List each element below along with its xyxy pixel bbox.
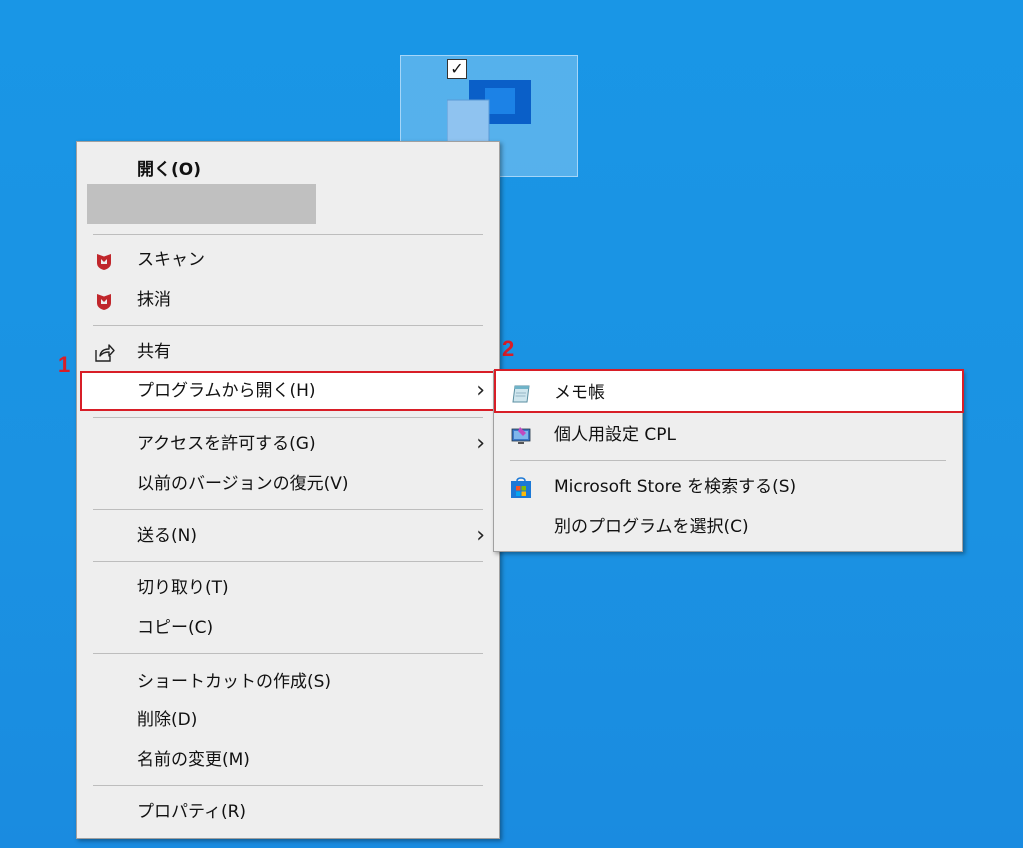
chevron-right-icon: › bbox=[476, 378, 485, 403]
menu-item-cut-label: 切り取り(T) bbox=[137, 578, 229, 598]
selection-checkbox[interactable]: ✓ bbox=[447, 59, 467, 79]
menu-separator bbox=[93, 325, 483, 326]
submenu-item-choose-other-label: 別のプログラムを選択(C) bbox=[554, 517, 749, 537]
submenu-item-search-store[interactable]: Microsoft Store を検索する(S) bbox=[494, 469, 962, 505]
menu-separator bbox=[93, 785, 483, 786]
menu-item-create-shortcut[interactable]: ショートカットの作成(S) bbox=[77, 664, 499, 700]
menu-item-restore-versions-label: 以前のバージョンの復元(V) bbox=[137, 474, 349, 494]
menu-separator bbox=[93, 417, 483, 418]
menu-item-send-to[interactable]: 送る(N) › bbox=[77, 518, 499, 554]
share-icon bbox=[95, 344, 115, 362]
menu-item-rename-label: 名前の変更(M) bbox=[137, 750, 250, 770]
menu-item-rename[interactable]: 名前の変更(M) bbox=[77, 742, 499, 778]
menu-item-properties[interactable]: プロパティ(R) bbox=[77, 794, 499, 830]
menu-item-delete[interactable]: 削除(D) bbox=[77, 702, 499, 738]
menu-separator bbox=[93, 561, 483, 562]
menu-item-shred[interactable]: 抹消 bbox=[77, 282, 499, 318]
menu-separator bbox=[93, 234, 483, 235]
menu-separator bbox=[93, 653, 483, 654]
step-2-label: 2 bbox=[502, 336, 515, 361]
menu-item-open-label: 開く(O) bbox=[137, 160, 201, 180]
menu-item-create-shortcut-label: ショートカットの作成(S) bbox=[137, 672, 332, 692]
menu-separator bbox=[510, 460, 946, 461]
mcafee-shield-icon bbox=[97, 254, 111, 270]
menu-item-cut[interactable]: 切り取り(T) bbox=[77, 570, 499, 606]
notepad-icon bbox=[512, 385, 530, 403]
submenu-item-personalization-cpl-label: 個人用設定 CPL bbox=[554, 425, 676, 445]
menu-item-open[interactable]: 開く(O) bbox=[77, 152, 499, 188]
menu-item-share-label: 共有 bbox=[137, 342, 171, 362]
menu-item-give-access-label: アクセスを許可する(G) bbox=[137, 434, 316, 454]
menu-separator bbox=[93, 509, 483, 510]
menu-item-share[interactable]: 共有 bbox=[77, 334, 499, 370]
chevron-right-icon: › bbox=[476, 523, 485, 548]
menu-item-give-access[interactable]: アクセスを許可する(G) › bbox=[77, 426, 499, 462]
submenu-item-search-store-label: Microsoft Store を検索する(S) bbox=[554, 477, 797, 497]
submenu-item-choose-other[interactable]: 別のプログラムを選択(C) bbox=[494, 509, 962, 545]
menu-item-copy-label: コピー(C) bbox=[137, 618, 214, 638]
submenu-item-notepad[interactable]: メモ帳 bbox=[494, 375, 962, 411]
menu-item-delete-label: 削除(D) bbox=[137, 710, 198, 730]
open-with-submenu: メモ帳 個人用設定 CPL Microsoft Store を検索する(S) 別… bbox=[493, 369, 964, 552]
menu-item-properties-label: プロパティ(R) bbox=[137, 802, 247, 822]
chevron-right-icon: › bbox=[476, 431, 485, 456]
submenu-item-notepad-label: メモ帳 bbox=[554, 383, 605, 403]
menu-item-copy[interactable]: コピー(C) bbox=[77, 610, 499, 646]
file-icon bbox=[447, 80, 531, 148]
context-menu: 開く(O) スキャン 抹消 共有 プログラムから開く(H) › アクセスを許可す… bbox=[76, 141, 500, 839]
menu-item-shred-label: 抹消 bbox=[137, 290, 171, 310]
redacted-area bbox=[87, 184, 316, 224]
menu-item-open-with[interactable]: プログラムから開く(H) › bbox=[77, 373, 499, 409]
menu-item-send-to-label: 送る(N) bbox=[137, 526, 197, 546]
personalization-icon bbox=[511, 427, 531, 444]
menu-item-restore-versions[interactable]: 以前のバージョンの復元(V) bbox=[77, 466, 499, 502]
mcafee-shield-icon bbox=[97, 294, 111, 310]
menu-item-open-with-label: プログラムから開く(H) bbox=[137, 381, 316, 401]
menu-item-scan[interactable]: スキャン bbox=[77, 242, 499, 278]
microsoft-store-icon bbox=[511, 477, 531, 498]
submenu-item-personalization-cpl[interactable]: 個人用設定 CPL bbox=[494, 417, 962, 453]
step-1-label: 1 bbox=[58, 352, 71, 377]
menu-item-scan-label: スキャン bbox=[137, 250, 205, 270]
